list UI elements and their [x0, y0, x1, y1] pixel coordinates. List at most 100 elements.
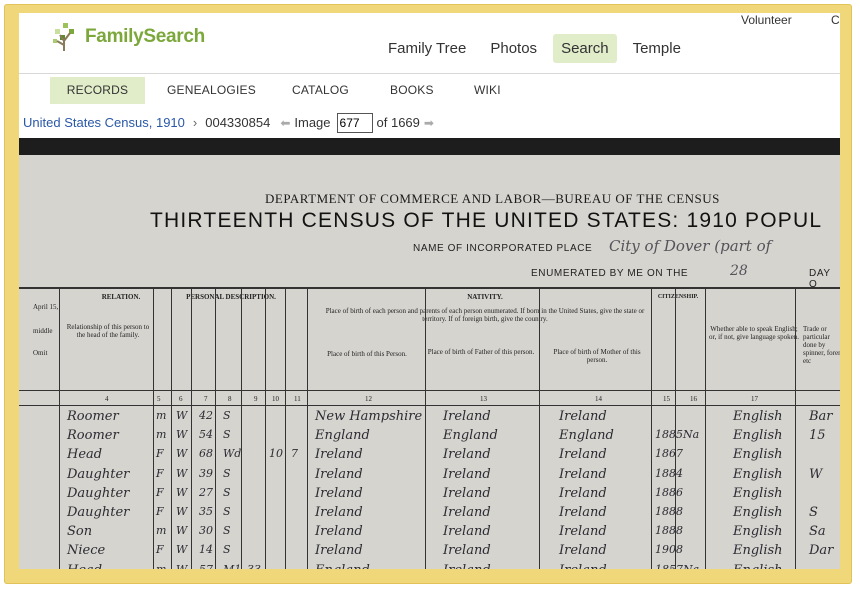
relation-desc: Relationship of this person to the head …	[66, 323, 150, 339]
census-cell: 15	[809, 428, 826, 444]
census-cell: English	[733, 524, 783, 540]
collection-link[interactable]: United States Census, 1910	[23, 115, 185, 130]
census-cell: Ireland	[443, 466, 491, 482]
census-cell: W	[176, 563, 187, 569]
census-cell: 39	[199, 466, 213, 480]
census-cell: S	[223, 428, 231, 442]
census-cell: Ireland	[559, 505, 607, 520]
chevron-right-icon: ›	[192, 115, 198, 130]
census-cell: S	[223, 543, 231, 557]
subnav-genealogies[interactable]: GENEALOGIES	[167, 77, 256, 104]
language-header: Whether able to speak English; or, if no…	[709, 325, 799, 341]
census-cell: Roomer	[67, 428, 119, 444]
enumerated-day-handwritten: 28	[730, 263, 748, 279]
census-cell: Ireland	[443, 409, 491, 424]
col-num-4: 4	[105, 395, 109, 403]
census-cell: Ireland	[559, 563, 607, 569]
film-number: 004330854	[205, 115, 271, 130]
census-image-viewer[interactable]: DEPARTMENT OF COMMERCE AND LABOR—BUREAU …	[19, 138, 840, 569]
browser-window: FamilySearch Volunteer C Family Tree Pho…	[19, 13, 840, 569]
census-cell: Ireland	[559, 543, 607, 559]
census-cell: Ireland	[443, 543, 491, 559]
previous-image-icon[interactable]: ⬅	[280, 116, 290, 130]
census-cell: Ireland	[443, 485, 491, 501]
sub-nav: RECORDS GENEALOGIES CATALOG BOOKS WIKI	[19, 73, 840, 108]
column-rule	[191, 289, 192, 569]
census-cell: W	[809, 466, 823, 482]
census-cell: Bar	[809, 409, 833, 424]
trade-header: Trade or particular done by spinner, for…	[803, 325, 840, 365]
census-cell: Ireland	[559, 524, 607, 540]
column-rule	[59, 289, 60, 569]
nav-temple[interactable]: Temple	[625, 34, 689, 63]
census-cell: England	[315, 428, 370, 444]
subnav-catalog[interactable]: CATALOG	[292, 77, 349, 104]
census-cell: English	[733, 485, 783, 501]
census-cell: Daughter	[67, 466, 130, 482]
nav-family-tree[interactable]: Family Tree	[380, 34, 474, 63]
column-rule	[285, 289, 286, 569]
nav-photos[interactable]: Photos	[482, 34, 545, 63]
census-cell: 54	[199, 428, 213, 442]
census-cell: F	[156, 447, 164, 461]
brand-name: FamilySearch	[85, 26, 205, 47]
next-image-icon[interactable]: ➡	[424, 116, 434, 130]
census-department: DEPARTMENT OF COMMERCE AND LABOR—BUREAU …	[265, 191, 720, 206]
census-title: THIRTEENTH CENSUS OF THE UNITED STATES: …	[150, 209, 823, 232]
col-num-14: 14	[595, 395, 602, 403]
census-cell: Ireland	[315, 447, 363, 463]
census-cell: W	[176, 505, 188, 518]
pob-person-header: Place of birth of this Person.	[327, 350, 407, 358]
incorporated-place-label: NAME OF INCORPORATED PLACE	[413, 243, 593, 254]
census-cell: English	[733, 409, 783, 424]
col-num-13: 13	[480, 395, 487, 403]
familysearch-logo[interactable]: FamilySearch	[51, 21, 205, 53]
nav-search[interactable]: Search	[553, 34, 617, 63]
table-top-rule	[19, 287, 840, 289]
census-cell: Ireland	[443, 447, 491, 463]
subnav-books[interactable]: BOOKS	[390, 77, 434, 104]
pob-mother-header: Place of birth of Mother of this person.	[553, 348, 641, 364]
census-cell: Na	[683, 428, 700, 442]
col-num-15: 15	[663, 395, 670, 403]
col-num-5: 5	[157, 395, 161, 403]
census-cell: Niece	[67, 543, 106, 559]
census-cell: England	[443, 428, 498, 444]
census-cell: S	[223, 524, 231, 538]
volunteer-link[interactable]: Volunteer	[741, 13, 792, 27]
census-cell: W	[176, 543, 188, 557]
census-cell: Ireland	[443, 505, 491, 520]
census-cell: 1886	[655, 485, 683, 499]
census-cell: Ireland	[443, 524, 491, 540]
census-cell: Dar	[809, 543, 834, 559]
subnav-records[interactable]: RECORDS	[50, 77, 145, 104]
census-cell: English	[733, 563, 783, 569]
census-cell: S	[223, 466, 231, 480]
column-rule	[241, 289, 242, 569]
enumerated-label: ENUMERATED BY ME ON THE	[531, 268, 689, 279]
census-cell: Ireland	[559, 447, 607, 463]
census-cell: 1884	[655, 466, 683, 480]
census-cell: 1857	[655, 563, 683, 569]
census-cell: Son	[67, 524, 93, 540]
personal-desc-header: PERSONAL DESCRIPTION.	[186, 293, 276, 301]
census-cell: Ireland	[315, 543, 363, 559]
col-num-9: 9	[254, 395, 258, 403]
census-cell: W	[176, 485, 188, 499]
census-cell: English	[733, 428, 783, 444]
census-cell: m	[156, 428, 167, 442]
subnav-wiki[interactable]: WIKI	[474, 77, 501, 104]
census-cell: 30	[199, 524, 213, 538]
census-cell: English	[733, 466, 783, 482]
clipped-link[interactable]: C	[831, 13, 840, 27]
census-cell: Ireland	[443, 563, 491, 569]
census-cell: W	[176, 524, 188, 538]
census-cell: 27	[199, 485, 213, 499]
census-cell: 35	[199, 505, 213, 518]
census-cell: Head	[67, 563, 102, 569]
census-cell: 14	[199, 543, 213, 557]
column-rule	[307, 289, 308, 569]
tree-icon	[51, 21, 81, 53]
census-cell: English	[733, 447, 783, 463]
image-number-input[interactable]	[336, 112, 373, 133]
